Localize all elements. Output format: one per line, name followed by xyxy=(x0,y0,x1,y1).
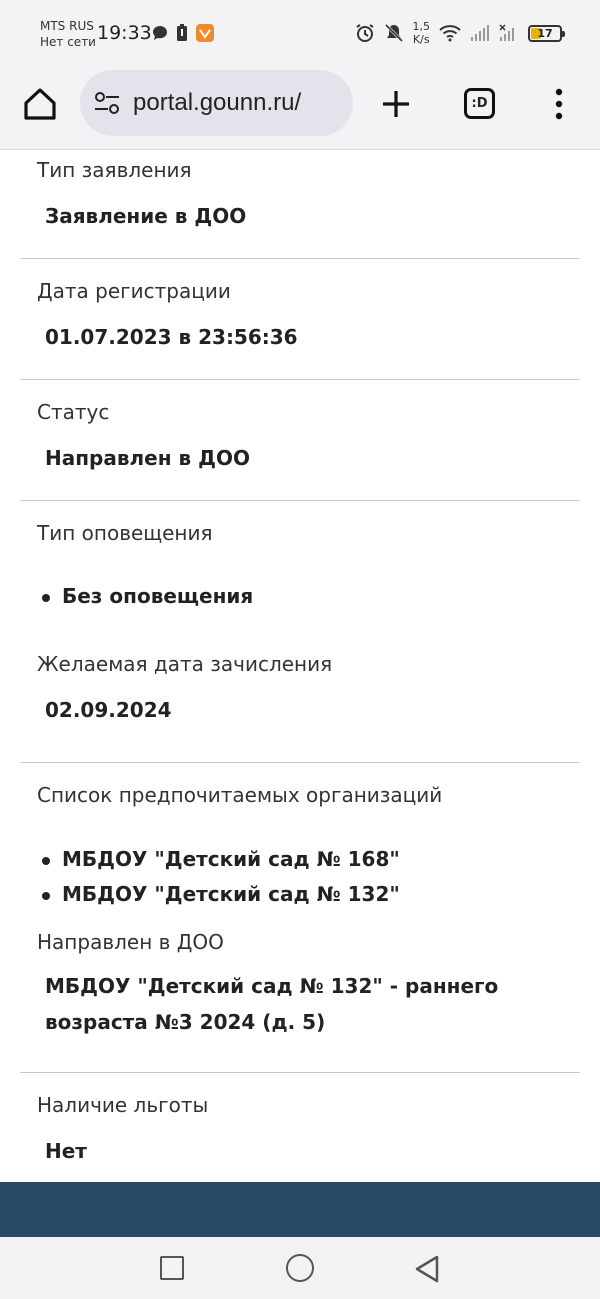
status-value: Направлен в ДОО xyxy=(45,446,250,470)
battery-percent: 17 xyxy=(537,26,553,40)
list-item: МБДОУ "Детский сад № 132" xyxy=(42,877,580,912)
section-status: Статус Направлен в ДОО xyxy=(20,380,580,501)
section-benefit: Наличие льготы Нет xyxy=(20,1073,580,1169)
signal-no-sim-icon xyxy=(499,24,514,41)
status-label: Статус xyxy=(37,400,110,424)
directed-value: МБДОУ "Детский сад № 132" - раннего возр… xyxy=(20,968,580,1040)
system-icons: 1,5 K/s 17 xyxy=(355,20,565,46)
chat-bubble-icon xyxy=(153,26,167,40)
browser-toolbar: portal.gounn.ru/ :D xyxy=(0,66,600,150)
benefit-label: Наличие льготы xyxy=(37,1093,209,1117)
notification-icons xyxy=(152,24,214,42)
clock: 19:33 xyxy=(97,22,152,44)
recent-apps-icon[interactable] xyxy=(160,1256,184,1280)
reg-date-value: 01.07.2023 в 23:56:36 xyxy=(45,325,298,349)
application-details: Тип заявления Заявление в ДОО Дата регис… xyxy=(20,150,580,1169)
navigation-bar xyxy=(0,1237,600,1299)
home-button-icon[interactable] xyxy=(286,1254,314,1282)
orgs-list: МБДОУ "Детский сад № 168" МБДОУ "Детский… xyxy=(20,842,580,912)
battery-indicator: 17 xyxy=(528,24,565,42)
carrier-info: MTS RUS Нет сети xyxy=(40,18,96,50)
directed-value-line1: МБДОУ "Детский сад № 132" - раннего xyxy=(45,974,499,998)
benefit-value: Нет xyxy=(45,1139,87,1163)
home-icon[interactable] xyxy=(22,86,58,122)
page-footer xyxy=(0,1182,600,1237)
app-notification-icon xyxy=(196,24,214,42)
wifi-icon xyxy=(439,25,461,42)
battery-saver-icon xyxy=(177,24,187,41)
app-type-value: Заявление в ДОО xyxy=(45,204,247,228)
carrier-name: MTS RUS xyxy=(40,19,94,33)
menu-icon[interactable] xyxy=(553,88,565,120)
notify-label: Тип оповещения xyxy=(37,521,213,545)
section-notify-desired: Тип оповещения Без оповещения Желаемая д… xyxy=(20,501,580,763)
speed-unit: K/s xyxy=(412,33,430,46)
list-item: МБДОУ "Детский сад № 168" xyxy=(42,842,580,877)
section-reg-date: Дата регистрации 01.07.2023 в 23:56:36 xyxy=(20,259,580,380)
site-settings-icon[interactable] xyxy=(94,91,120,115)
status-bar: MTS RUS Нет сети 19:33 1,5 K/s 17 xyxy=(0,0,600,66)
section-orgs-directed: Список предпочитаемых организаций МБДОУ … xyxy=(20,763,580,1073)
back-icon[interactable] xyxy=(414,1254,440,1284)
notify-list: Без оповещения xyxy=(20,579,580,614)
desired-date-value: 02.09.2024 xyxy=(45,698,172,722)
url-text[interactable]: portal.gounn.ru/ xyxy=(133,89,301,117)
alarm-icon xyxy=(355,24,374,42)
new-tab-icon[interactable] xyxy=(380,88,412,120)
orgs-label: Список предпочитаемых организаций xyxy=(37,783,443,807)
section-app-type: Тип заявления Заявление в ДОО xyxy=(20,150,580,259)
mute-icon xyxy=(384,23,403,43)
list-item: Без оповещения xyxy=(42,579,580,614)
reg-date-label: Дата регистрации xyxy=(37,279,231,303)
network-speed: 1,5 K/s xyxy=(413,20,431,46)
address-bar[interactable]: portal.gounn.ru/ xyxy=(80,70,353,136)
desired-date-label: Желаемая дата зачисления xyxy=(37,652,333,676)
app-type-label: Тип заявления xyxy=(37,158,192,182)
directed-label: Направлен в ДОО xyxy=(37,930,224,954)
signal-icon xyxy=(471,25,489,41)
directed-value-line2: возраста №3 2024 (д. 5) xyxy=(45,1010,326,1034)
speed-value: 1,5 xyxy=(412,20,431,33)
tabs-icon[interactable]: :D xyxy=(464,88,495,119)
network-status: Нет сети xyxy=(40,35,96,49)
